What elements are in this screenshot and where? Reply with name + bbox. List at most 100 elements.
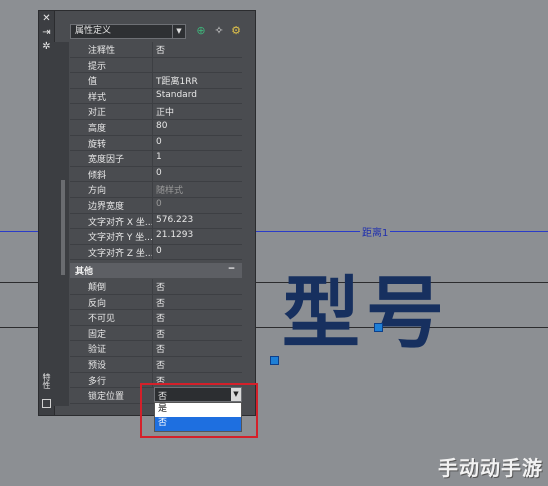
close-icon[interactable]: ✕ <box>41 13 52 24</box>
dimension-label[interactable]: 距离1 <box>360 224 391 239</box>
column-divider[interactable] <box>152 104 153 120</box>
property-row[interactable]: 高度 80 <box>70 120 242 136</box>
highlight-box <box>140 383 258 438</box>
property-row[interactable]: 固定 否 <box>70 325 242 342</box>
selection-grip[interactable] <box>270 356 279 365</box>
property-value[interactable]: T距离1RR <box>156 74 198 87</box>
property-value[interactable]: 80 <box>156 121 167 131</box>
column-divider[interactable] <box>152 73 153 89</box>
property-value[interactable]: Standard <box>156 90 197 100</box>
property-value[interactable]: 1 <box>156 152 162 162</box>
property-row[interactable]: 验证 否 <box>70 341 242 357</box>
property-label: 预设 <box>88 361 107 371</box>
property-label: 边界宽度 <box>88 202 125 212</box>
object-type-value: 属性定义 <box>75 26 112 36</box>
column-divider[interactable] <box>152 341 153 357</box>
column-divider[interactable] <box>152 357 153 372</box>
property-grid: 注释性否提示值 T距离1RR 样式 Standard 对正 正中 高度 80 旋转 0 宽度因子 1 倾… <box>70 42 242 406</box>
property-label: 旋转 <box>88 139 107 150</box>
column-divider[interactable] <box>152 135 153 151</box>
column-divider[interactable] <box>152 182 153 198</box>
property-row[interactable]: 提示 <box>70 57 242 74</box>
property-label: 方向 <box>88 186 107 197</box>
object-type-select[interactable]: 属性定义 ▼ <box>70 24 186 39</box>
column-divider[interactable] <box>152 213 153 229</box>
property-row[interactable]: 预设 否 <box>70 357 242 373</box>
property-value[interactable]: 否 <box>156 280 165 293</box>
column-divider[interactable] <box>152 310 153 326</box>
property-value[interactable]: 否 <box>156 327 165 340</box>
property-value[interactable]: 0 <box>156 168 162 178</box>
property-row[interactable]: 方向 随样式 <box>70 182 242 198</box>
property-value[interactable]: 576.223 <box>156 215 193 225</box>
property-value[interactable]: 否 <box>156 311 165 324</box>
property-label: 样式 <box>88 92 107 103</box>
property-row[interactable]: 注释性 否 <box>70 42 242 58</box>
property-row[interactable]: 样式 Standard <box>70 88 242 105</box>
property-label: 倾斜 <box>88 170 107 181</box>
property-row[interactable]: 倾斜 0 <box>70 166 242 183</box>
property-label: 文字对齐 X 坐... <box>88 217 154 228</box>
property-label: 反向 <box>88 298 107 309</box>
property-label: 注释性 <box>88 46 116 56</box>
property-label: 验证 <box>88 345 107 356</box>
property-label: 提示 <box>88 61 107 72</box>
property-value[interactable]: 0 <box>156 199 162 209</box>
column-divider[interactable] <box>152 229 153 245</box>
property-value[interactable]: 随样式 <box>156 183 183 196</box>
property-label: 文字对齐 Y 坐... <box>88 233 153 244</box>
column-divider[interactable] <box>152 57 153 73</box>
property-label: 不可见 <box>88 314 116 325</box>
category-other-label: 其他 <box>75 267 94 277</box>
column-divider[interactable] <box>152 151 153 167</box>
property-value[interactable]: 否 <box>156 43 165 56</box>
column-divider[interactable] <box>152 244 153 260</box>
column-divider[interactable] <box>152 42 153 57</box>
property-label: 锁定位置 <box>88 392 125 403</box>
chevron-down-icon[interactable]: ▼ <box>172 25 185 38</box>
property-value[interactable]: 否 <box>156 296 165 309</box>
property-row[interactable]: 边界宽度 0 <box>70 198 242 214</box>
property-value[interactable]: 21.1293 <box>156 230 193 240</box>
property-row[interactable]: 对正 正中 <box>70 104 242 120</box>
pickadd-icon[interactable]: ⚙ <box>229 24 243 38</box>
quick-select-icon[interactable]: ⊕ <box>194 24 208 38</box>
attribute-text-object[interactable]: 型号 <box>282 275 450 353</box>
property-value[interactable]: 0 <box>156 246 162 256</box>
property-row[interactable]: 旋转 0 <box>70 135 242 152</box>
column-divider[interactable] <box>152 279 153 294</box>
palette-title: 特性 <box>42 373 51 389</box>
scrollbar[interactable] <box>61 180 65 275</box>
autohide-icon[interactable]: ⇥ <box>41 27 52 38</box>
category-other[interactable]: 其他 − <box>70 263 242 278</box>
property-label: 文字对齐 Z 坐... <box>88 248 154 259</box>
selection-grip[interactable] <box>374 323 383 332</box>
property-row[interactable]: 值 T距离1RR <box>70 73 242 89</box>
property-label: 高度 <box>88 124 107 134</box>
property-value[interactable]: 正中 <box>156 105 174 118</box>
select-objects-icon[interactable]: ✧ <box>212 24 226 38</box>
property-row[interactable]: 不可见 否 <box>70 310 242 326</box>
column-divider[interactable] <box>152 294 153 310</box>
collapse-icon[interactable]: − <box>227 265 236 274</box>
column-divider[interactable] <box>152 198 153 213</box>
column-divider[interactable] <box>152 120 153 135</box>
palette-settings-icon[interactable] <box>42 399 51 408</box>
property-row[interactable]: 文字对齐 Z 坐... 0 <box>70 244 242 261</box>
property-row[interactable]: 颠倒 否 <box>70 279 242 295</box>
column-divider[interactable] <box>152 166 153 182</box>
property-label: 固定 <box>88 329 107 340</box>
property-value[interactable]: 否 <box>156 342 165 355</box>
palette-title-strip[interactable]: ✕ ⇥ ✲ 特性 <box>39 11 55 415</box>
property-value[interactable]: 0 <box>156 137 162 147</box>
property-label: 多行 <box>88 376 107 387</box>
column-divider[interactable] <box>152 88 153 104</box>
property-row[interactable]: 文字对齐 X 坐... 576.223 <box>70 213 242 230</box>
property-row[interactable]: 文字对齐 Y 坐... 21.1293 <box>70 229 242 245</box>
column-divider[interactable] <box>152 325 153 341</box>
options-icon[interactable]: ✲ <box>41 41 52 52</box>
property-value[interactable]: 否 <box>156 358 165 371</box>
property-row[interactable]: 反向 否 <box>70 294 242 311</box>
watermark: 手动动手游 <box>438 456 543 480</box>
property-row[interactable]: 宽度因子 1 <box>70 151 242 167</box>
